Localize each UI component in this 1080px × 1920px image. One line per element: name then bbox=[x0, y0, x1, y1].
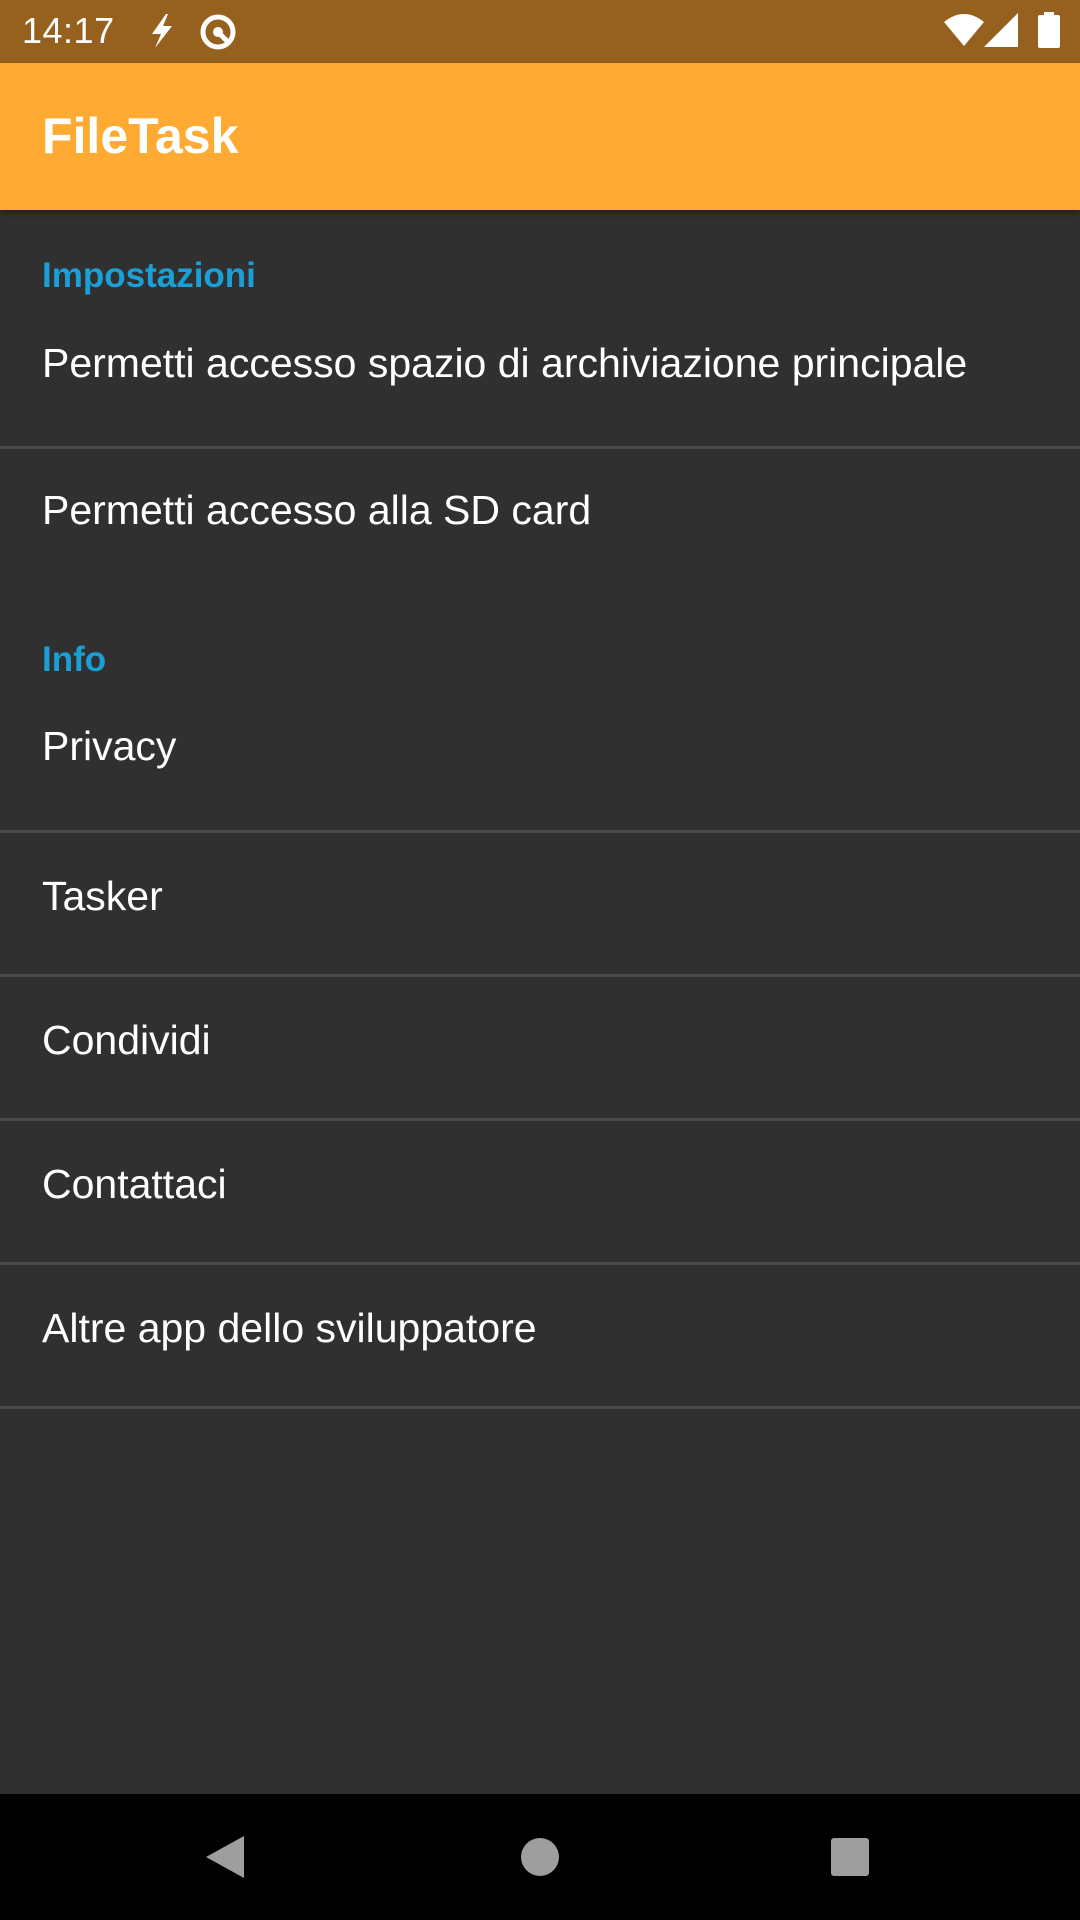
pref-other-developer-apps[interactable]: Altre app dello sviluppatore bbox=[0, 1265, 1080, 1406]
pref-label: Privacy bbox=[42, 723, 177, 769]
battery-icon bbox=[1038, 12, 1060, 53]
pref-label: Contattaci bbox=[42, 1161, 227, 1207]
pref-tasker[interactable]: Tasker bbox=[0, 833, 1080, 974]
recents-icon bbox=[831, 1838, 869, 1876]
pref-sd-card-access[interactable]: Permetti accesso alla SD card bbox=[0, 449, 1080, 594]
vpn-icon bbox=[198, 12, 238, 57]
pref-label: Altre app dello sviluppatore bbox=[42, 1305, 537, 1351]
status-time: 14:17 bbox=[22, 10, 115, 51]
navigation-bar bbox=[0, 1794, 1080, 1920]
back-icon bbox=[206, 1836, 244, 1878]
home-button[interactable] bbox=[477, 1794, 603, 1920]
wifi-icon bbox=[944, 14, 984, 51]
home-icon bbox=[521, 1838, 559, 1876]
pref-main-storage-access[interactable]: Permetti accesso spazio di archiviazione… bbox=[0, 307, 1080, 456]
pref-share[interactable]: Condividi bbox=[0, 977, 1080, 1118]
category-info-title: Info bbox=[42, 640, 107, 679]
status-bar: 14:17 bbox=[0, 0, 1080, 63]
pref-label: Tasker bbox=[42, 873, 163, 919]
pref-label: Permetti accesso spazio di archiviazione… bbox=[42, 340, 968, 386]
app-title: FileTask bbox=[42, 108, 239, 164]
pref-privacy[interactable]: Privacy bbox=[0, 690, 1080, 830]
back-button[interactable] bbox=[162, 1794, 288, 1920]
pref-label: Permetti accesso alla SD card bbox=[42, 487, 592, 533]
signal-icon bbox=[984, 13, 1020, 52]
divider bbox=[0, 1406, 1080, 1409]
recents-button[interactable] bbox=[787, 1794, 913, 1920]
flash-icon bbox=[146, 12, 176, 55]
category-settings-title: Impostazioni bbox=[42, 256, 256, 295]
pref-contact-us[interactable]: Contattaci bbox=[0, 1121, 1080, 1262]
pref-label: Condividi bbox=[42, 1017, 211, 1063]
preferences-list: Impostazioni Permetti accesso spazio di … bbox=[0, 210, 1080, 1794]
app-bar: FileTask bbox=[0, 63, 1080, 210]
